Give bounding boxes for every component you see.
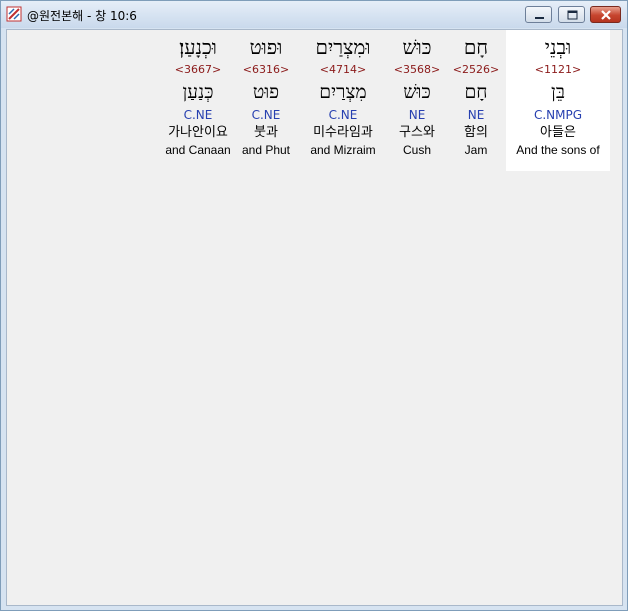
hebrew-word: וּבְנֵי bbox=[544, 35, 572, 59]
hebrew-word: וּמִצְרַיִם bbox=[315, 35, 371, 59]
strong-number[interactable]: <3667> bbox=[175, 62, 221, 78]
lemma-word: פוּט bbox=[252, 81, 280, 103]
morph-code: C.NMPG bbox=[533, 108, 583, 122]
strong-number[interactable]: <1121> bbox=[535, 62, 581, 78]
close-icon bbox=[601, 10, 611, 20]
hebrew-word: כּוּשׁ bbox=[402, 35, 432, 59]
english-gloss: Cush bbox=[402, 143, 431, 157]
english-gloss: Jam bbox=[464, 143, 488, 157]
morph-code: C.NE bbox=[183, 108, 213, 122]
korean-gloss: 아들은 bbox=[540, 125, 576, 140]
morph-code: C.NE bbox=[328, 108, 358, 122]
lemma-word: כּוּשׁ bbox=[403, 81, 431, 103]
minimize-icon bbox=[535, 17, 544, 19]
maximize-button[interactable] bbox=[558, 6, 585, 23]
verse-row: וּבְנֵי <1121> בֵּן C.NMPG 아들은 And the sons o… bbox=[162, 30, 610, 171]
english-gloss: and Mizraim bbox=[310, 143, 376, 157]
hebrew-word: וּכְנָעַן׃ bbox=[179, 35, 217, 59]
korean-gloss: 가나안이요 bbox=[168, 125, 228, 140]
hebrew-word: וּפוּט bbox=[249, 35, 283, 59]
morph-code: NE bbox=[467, 108, 485, 122]
strong-number[interactable]: <4714> bbox=[320, 62, 366, 78]
english-gloss: And the sons of bbox=[516, 143, 600, 157]
maximize-icon bbox=[567, 10, 578, 20]
lemma-word: כְּנַעַן bbox=[182, 81, 214, 103]
korean-gloss: 미수라임과 bbox=[313, 125, 373, 140]
strong-number[interactable]: <2526> bbox=[453, 62, 499, 78]
close-button[interactable] bbox=[590, 6, 621, 23]
strong-number[interactable]: <6316> bbox=[243, 62, 289, 78]
interlinear-view[interactable]: וּבְנֵי <1121> בֵּן C.NMPG 아들은 And the sons o… bbox=[6, 29, 623, 606]
korean-gloss: 구스와 bbox=[399, 125, 435, 140]
lemma-word: בֵּן bbox=[551, 81, 565, 103]
korean-gloss: 함의 bbox=[464, 125, 488, 140]
word-column[interactable]: וּמִצְרַיִם <4714> מִצְרַיִם C.NE 미수라임과 and M… bbox=[298, 30, 388, 171]
lemma-word: חָם bbox=[464, 81, 488, 103]
english-gloss: and Canaan bbox=[165, 143, 231, 157]
hebrew-word: חָם bbox=[463, 35, 489, 59]
title-bar[interactable]: @원전본해 - 창 10:6 bbox=[1, 1, 627, 28]
morph-code: C.NE bbox=[251, 108, 281, 122]
bible-app-icon[interactable] bbox=[6, 6, 22, 22]
korean-gloss: 붓과 bbox=[254, 125, 278, 140]
lemma-word: מִצְרַיִם bbox=[319, 81, 367, 103]
word-column[interactable]: כּוּשׁ <3568> כּוּשׁ NE 구스와 Cush bbox=[388, 30, 446, 171]
english-gloss: and Phut bbox=[241, 143, 291, 157]
window-title: @원전본해 - 창 10:6 bbox=[27, 9, 137, 23]
morph-code: NE bbox=[408, 108, 426, 122]
word-column[interactable]: וּבְנֵי <1121> בֵּן C.NMPG 아들은 And the sons o… bbox=[506, 30, 610, 171]
word-column[interactable]: חָם <2526> חָם NE 함의 Jam bbox=[446, 30, 506, 171]
minimize-button[interactable] bbox=[525, 6, 552, 23]
strong-number[interactable]: <3568> bbox=[394, 62, 440, 78]
word-column[interactable]: וּפוּט <6316> פוּט C.NE 붓과 and Phut bbox=[234, 30, 298, 171]
app-window: @원전본해 - 창 10:6 וּבְנֵי <1121> בֵּן C.NMPG 아들… bbox=[0, 0, 628, 611]
word-column[interactable]: וּכְנָעַן׃ <3667> כְּנַעַן C.NE 가나안이요 and Can… bbox=[162, 30, 234, 171]
